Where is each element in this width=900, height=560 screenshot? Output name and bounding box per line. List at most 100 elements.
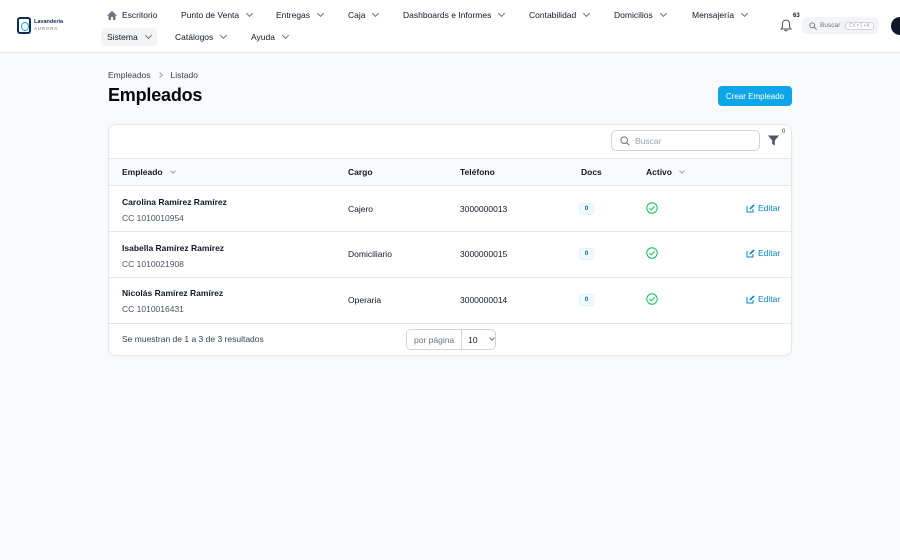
employee-document: CC 1010021908 <box>122 259 184 269</box>
top-navbar: Lavandería AURORA Escritorio Punto de Ve… <box>0 0 900 53</box>
per-page-value[interactable]: 10 <box>462 335 495 345</box>
avatar[interactable] <box>891 17 900 35</box>
docs-count-badge[interactable]: 0 <box>579 248 594 260</box>
employee-phone: 3000000015 <box>460 249 508 259</box>
employee-document: CC 1010016431 <box>122 304 184 314</box>
edit-icon <box>746 294 755 303</box>
page-title: Empleados <box>108 85 203 105</box>
column-label: Teléfono <box>460 167 495 177</box>
employee-name: Nicolás Ramírez Ramírez <box>122 288 224 298</box>
employee-phone: 3000000013 <box>460 204 508 214</box>
nav-label: Caja <box>348 10 366 20</box>
logo-icon <box>17 17 31 34</box>
chevron-right-icon <box>156 72 163 78</box>
edit-employee-link[interactable]: Editar <box>746 248 780 258</box>
search-icon <box>620 135 630 146</box>
employee-document: CC 1010010954 <box>122 213 184 223</box>
chevron-down-icon <box>316 9 325 18</box>
table-search[interactable] <box>611 130 760 151</box>
nav-sistema[interactable]: Sistema <box>101 28 157 46</box>
employee-name: Carolina Ramírez Ramírez <box>122 197 227 207</box>
chevron-down-icon <box>583 9 591 18</box>
chevron-down-icon <box>498 9 506 18</box>
nav-label: Escritorio <box>122 10 158 20</box>
check-circle-icon <box>646 247 658 261</box>
shortcut-hint: Ctrl+K <box>845 21 875 30</box>
filter-icon[interactable] <box>768 135 779 148</box>
chevron-down-icon <box>220 31 228 40</box>
docs-count-badge[interactable]: 0 <box>579 294 594 306</box>
nav-label: Mensajería <box>692 10 735 20</box>
check-circle-icon <box>646 202 658 216</box>
employees-table-card: 0 Empleado Cargo Teléfono Docs Activo Ca… <box>108 124 792 356</box>
table-row: Nicolás Ramírez Ramírez CC 1010016431 Op… <box>109 278 791 324</box>
nav-label: Catálogos <box>175 32 214 42</box>
nav-label: Entregas <box>276 10 311 20</box>
edit-label: Editar <box>758 294 781 304</box>
edit-employee-link[interactable]: Editar <box>746 203 780 213</box>
nav-label: Dashboards e Informes <box>403 10 492 20</box>
column-label: Activo <box>646 167 672 177</box>
chevron-down-icon <box>169 167 176 174</box>
create-employee-button[interactable]: Crear Empleado <box>718 86 792 106</box>
nav-caja[interactable]: Caja <box>348 6 380 24</box>
chevron-down-icon <box>246 9 254 18</box>
search-icon <box>809 21 817 30</box>
edit-icon <box>746 248 755 257</box>
nav-label: Punto de Venta <box>181 10 240 20</box>
edit-label: Editar <box>758 203 781 213</box>
nav-escritorio[interactable]: Escritorio <box>107 6 157 24</box>
employee-phone: 3000000014 <box>460 295 508 305</box>
nav-punto-de-venta[interactable]: Punto de Venta <box>181 6 254 24</box>
chevron-down-icon <box>679 167 685 174</box>
nav-label: Contabilidad <box>529 10 577 20</box>
notification-count: 63 <box>793 13 800 19</box>
table-row: Isabella Ramírez Ramírez CC 1010021908 D… <box>109 232 791 278</box>
nav-domicilios[interactable]: Domicilios <box>614 6 667 24</box>
chevron-down-icon <box>281 31 289 40</box>
global-search-label: Buscar <box>820 22 841 29</box>
brand-subname: AURORA <box>34 25 59 31</box>
column-header-active[interactable]: Activo <box>646 159 685 185</box>
nav-entregas[interactable]: Entregas <box>276 6 325 24</box>
brand-name: Lavandería <box>34 19 64 25</box>
chevron-down-icon <box>372 9 380 18</box>
employee-role: Domiciliario <box>348 249 392 259</box>
column-header-employee[interactable]: Empleado <box>122 159 176 185</box>
per-page-selected: 10 <box>468 334 478 345</box>
nav-mensajeria[interactable]: Mensajería <box>692 6 749 24</box>
chevron-down-icon <box>488 335 495 341</box>
table-header: Empleado Cargo Teléfono Docs Activo <box>109 158 791 186</box>
edit-label: Editar <box>758 248 781 258</box>
column-label: Empleado <box>122 167 163 177</box>
brand-logo[interactable]: Lavandería AURORA <box>17 17 63 34</box>
per-page-select[interactable]: por página 10 <box>406 329 496 350</box>
column-header-phone: Teléfono <box>460 159 495 185</box>
breadcrumb-item-empleados[interactable]: Empleados <box>108 70 151 80</box>
nav-dashboards[interactable]: Dashboards e Informes <box>403 6 506 24</box>
nav-contabilidad[interactable]: Contabilidad <box>529 6 591 24</box>
edit-employee-link[interactable]: Editar <box>746 294 780 304</box>
per-page-label: por página <box>407 330 463 349</box>
column-header-docs: Docs <box>581 159 602 185</box>
column-label: Cargo <box>348 167 373 177</box>
column-header-role: Cargo <box>348 159 373 185</box>
nav-catalogos[interactable]: Catálogos <box>175 28 228 46</box>
results-summary: Se muestran de 1 a 3 de 3 resultados <box>122 334 264 344</box>
nav-label: Domicilios <box>614 10 653 20</box>
search-input[interactable] <box>635 135 745 146</box>
employee-role: Operaria <box>348 295 382 305</box>
employee-role: Cajero <box>348 204 374 214</box>
check-circle-icon <box>646 293 658 307</box>
home-icon <box>107 10 117 20</box>
global-search-button[interactable]: Buscar Ctrl+K <box>802 17 879 34</box>
chevron-down-icon <box>659 9 667 18</box>
nav-ayuda[interactable]: Ayuda <box>251 28 289 46</box>
chevron-down-icon <box>741 9 749 18</box>
bell-icon[interactable] <box>780 19 793 32</box>
docs-count-badge[interactable]: 0 <box>579 203 594 215</box>
breadcrumb-item-listado: Listado <box>170 70 198 80</box>
employee-name: Isabella Ramírez Ramírez <box>122 243 225 253</box>
breadcrumb: Empleados Listado <box>108 70 198 80</box>
edit-icon <box>746 203 755 212</box>
